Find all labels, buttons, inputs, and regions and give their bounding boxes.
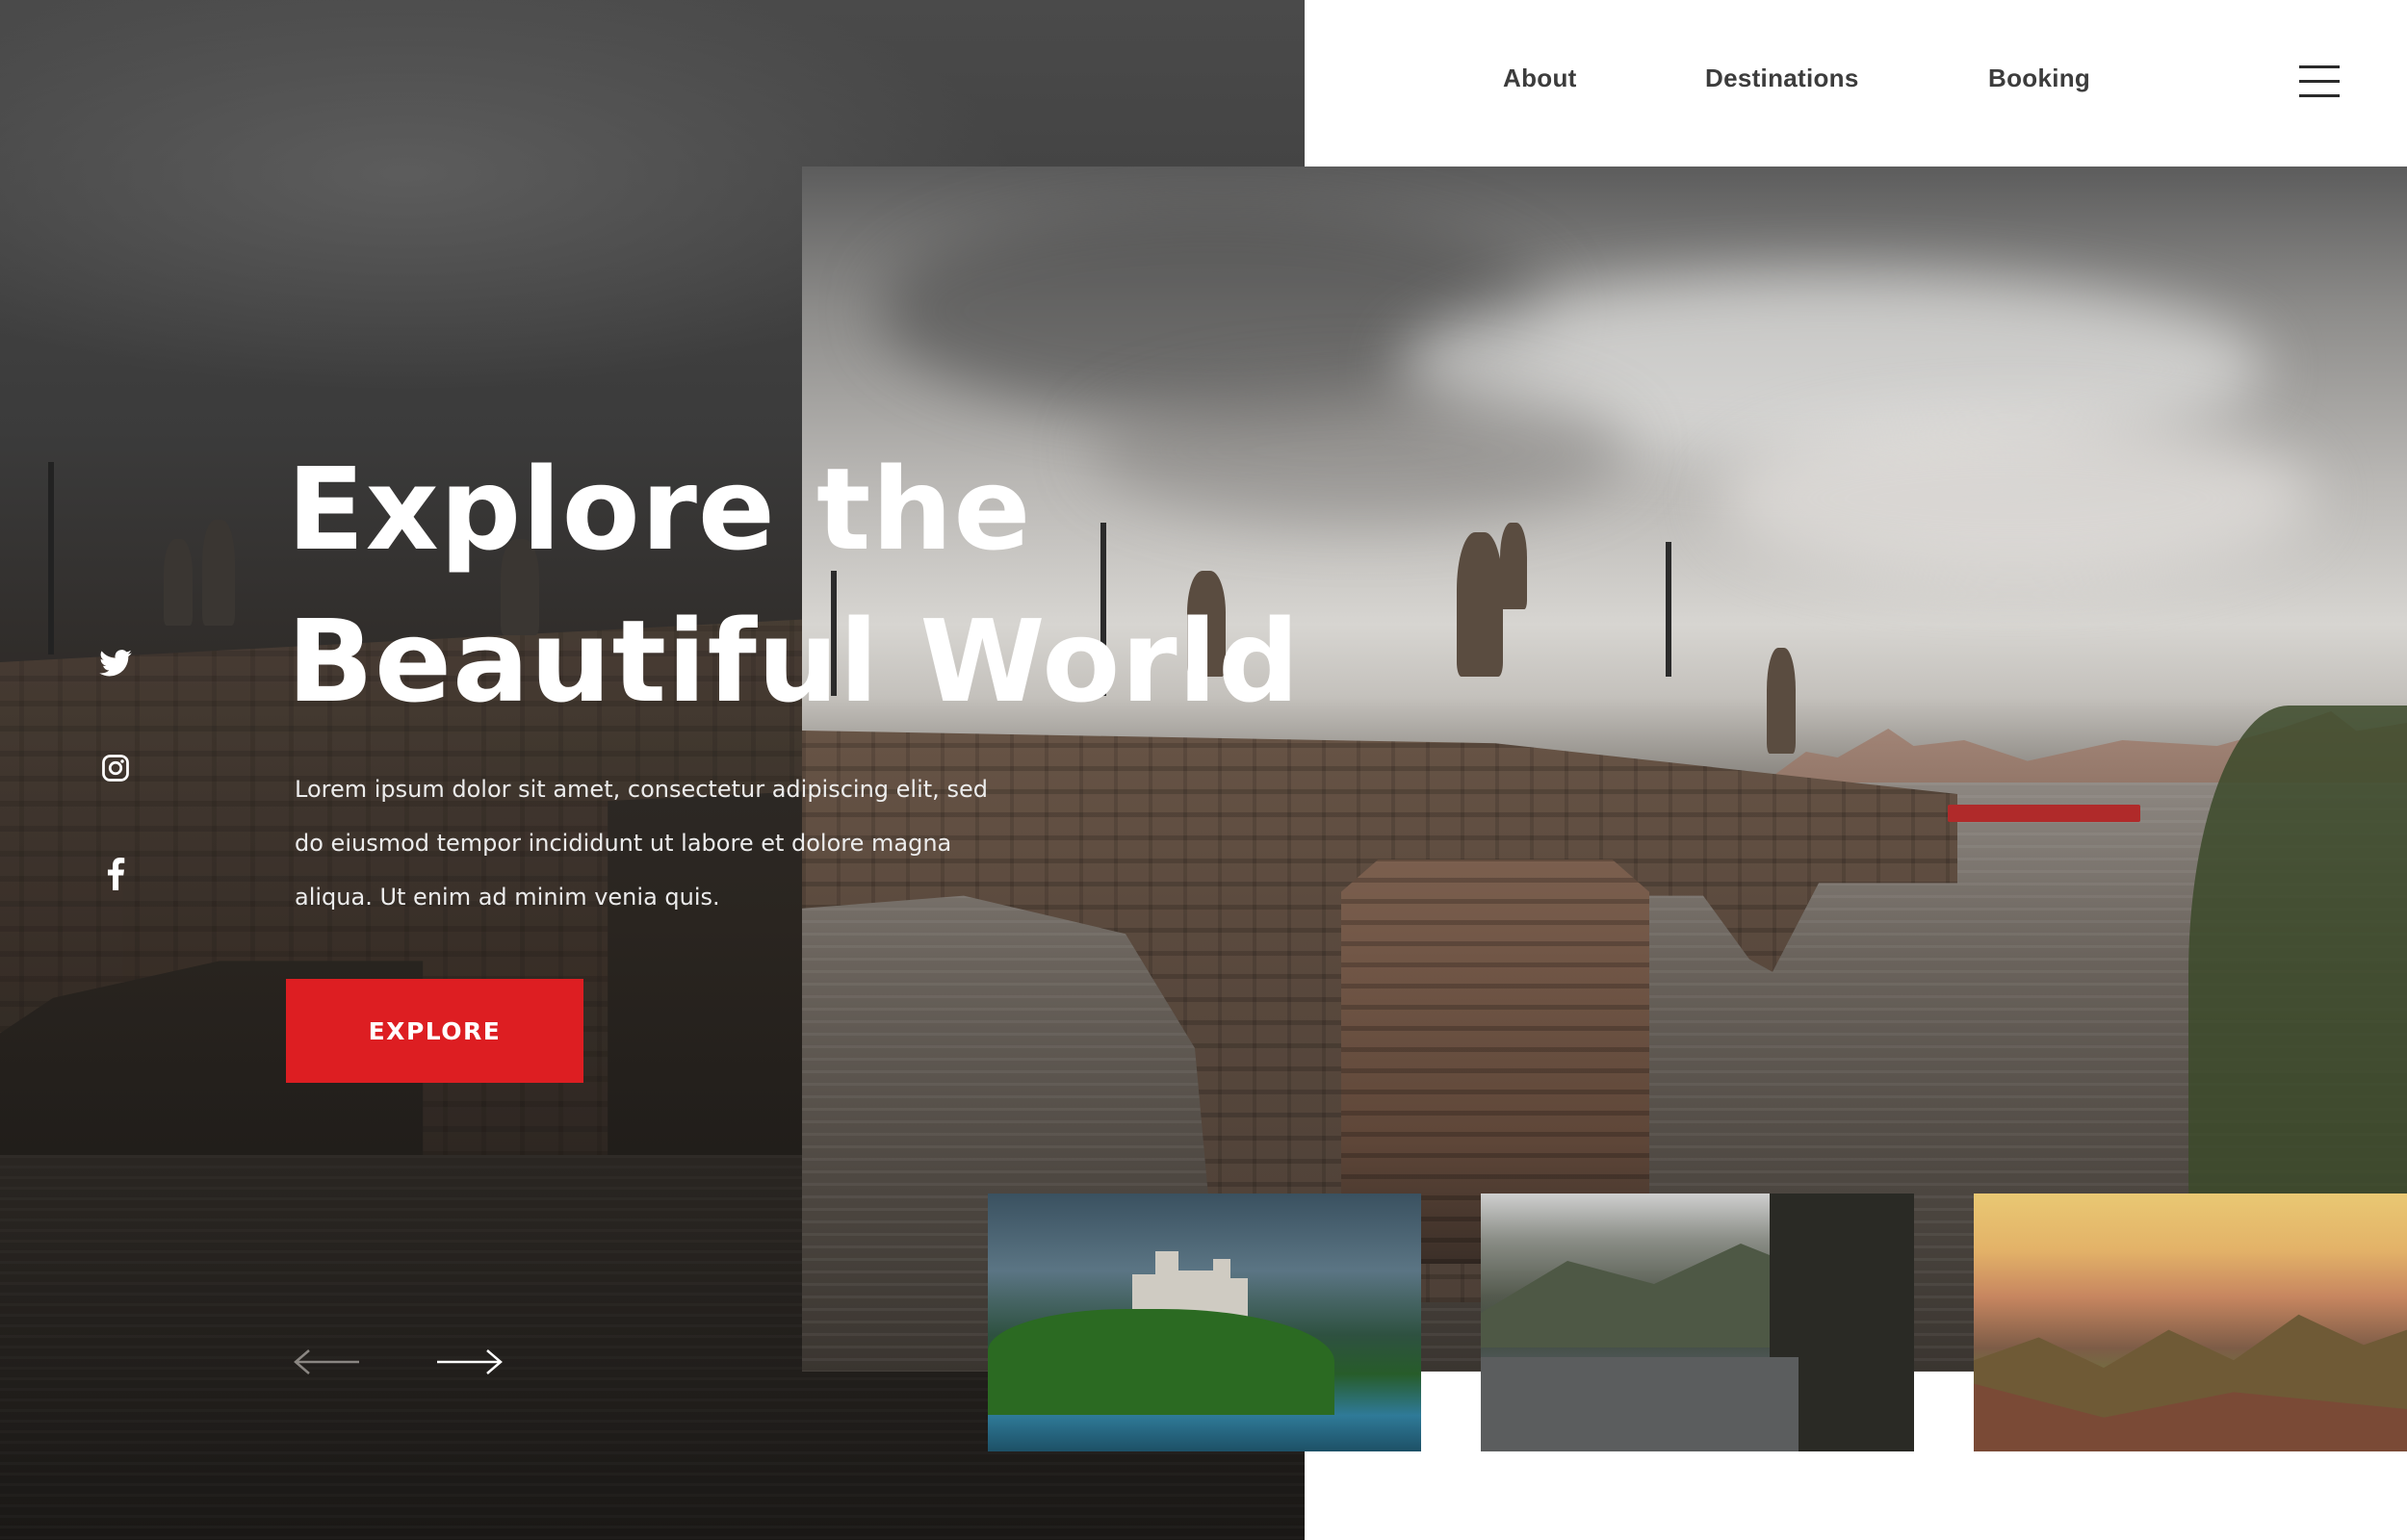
lamp-post — [48, 462, 54, 654]
nav-about[interactable]: About — [1503, 64, 1577, 93]
cloud — [1717, 417, 2314, 580]
headline-line-2: Beautiful World — [287, 595, 1301, 728]
thumbnail-golden-mountains[interactable] — [1974, 1194, 2407, 1451]
twitter-icon[interactable] — [96, 644, 135, 682]
instagram-icon[interactable] — [96, 749, 135, 787]
rocks — [1481, 1357, 1799, 1451]
statue — [1767, 648, 1796, 754]
thumbnail-mountain-valley[interactable] — [1481, 1194, 1914, 1451]
arrow-right-icon[interactable] — [435, 1346, 505, 1378]
nav-destinations[interactable]: Destinations — [1705, 64, 1859, 93]
hero-description: Lorem ipsum dolor sit amet, consectetur … — [295, 762, 1084, 924]
statue — [202, 520, 235, 626]
lamp-post — [1666, 542, 1671, 677]
facebook-icon[interactable] — [96, 855, 135, 893]
arrow-left-icon[interactable] — [292, 1346, 361, 1378]
statue — [164, 539, 193, 626]
description-line-3: aliqua. Ut enim ad minim venia quis. — [295, 884, 720, 911]
explore-button[interactable]: EXPLORE — [286, 979, 583, 1083]
description-line-1: Lorem ipsum dolor sit amet, consectetur … — [295, 776, 988, 803]
hero-headline: Explore the Beautiful World — [287, 433, 1442, 737]
river-boat — [1948, 805, 2140, 822]
statue — [1500, 523, 1527, 609]
hamburger-menu-icon[interactable] — [2299, 65, 2340, 98]
forest-island — [988, 1309, 1334, 1415]
description-line-2: do eiusmod tempor incididunt ut labore e… — [295, 830, 952, 857]
nav-booking[interactable]: Booking — [1988, 64, 2090, 93]
statue — [1457, 532, 1503, 677]
headline-line-1: Explore the — [287, 443, 1032, 576]
thumbnail-castle-lake[interactable] — [988, 1194, 1421, 1451]
